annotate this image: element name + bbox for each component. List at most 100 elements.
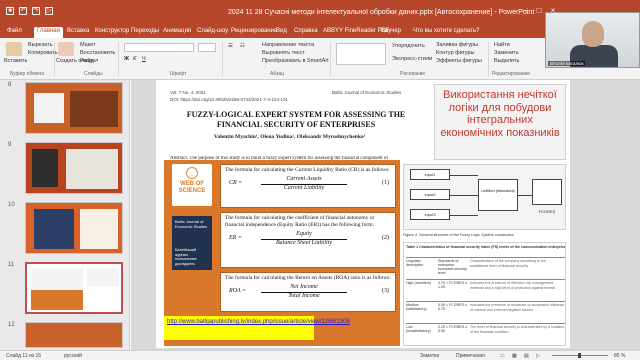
quick-styles-button[interactable]: Экспресс-стили [392,56,432,62]
diagram-output-box [532,179,562,205]
comments-button[interactable]: Примечания [456,353,485,359]
formula-lhs: ER = [229,235,242,241]
presenter-name: Віталій Вагалюк [548,61,586,66]
text-direction-button[interactable]: Направление текста [262,42,314,48]
group-drawing-label: Рисование [400,71,426,77]
normal-view-icon[interactable]: ▭ [500,353,505,359]
underline-button[interactable]: Ч [142,56,146,62]
formula-lhs: CR = [229,180,243,186]
group-clipboard-label: Буфер обмена [10,71,44,77]
save-icon[interactable]: ■ [6,7,14,15]
group-editing-label: Редактирование [492,71,531,77]
shape-fill-button[interactable]: Заливка фигуры [436,42,478,48]
tab-insert[interactable]: Вставка [64,27,92,38]
formula-equation: ROA = Net Income Total Income (3) [225,284,391,300]
tab-file[interactable]: Файл [4,27,25,38]
diagram-output-label: FCGRES [538,209,556,214]
formula-numerator: Equity [296,231,312,237]
window-title: 2024 11 28 Сучасні методи інтелектуально… [228,9,535,16]
maximize-icon[interactable]: □ [534,6,544,16]
zoom-level[interactable]: 85 % [614,353,625,359]
paste-icon[interactable] [6,42,22,56]
bullets-button[interactable]: ☰ [228,43,233,49]
diagram-connector [518,195,532,196]
thumbnail-text-block [80,209,118,249]
table-cell: 0.25 < FCGRES ≤ 0.50 [438,325,468,333]
smartart-button[interactable]: Преобразовать в SmartArt [262,58,329,64]
reset-button[interactable]: Восстановить [80,50,115,56]
globe-icon [186,167,198,179]
diagram-input-3: Input3 [410,209,450,220]
status-bar: Слайд 11 из 16 русский Заметки Примечани… [0,350,640,360]
tab-design[interactable]: Конструктор [92,27,132,38]
replace-button[interactable]: Заменить [494,50,519,56]
slideshow-icon[interactable]: ▷ [45,7,53,15]
thumbnail-number: 11 [8,262,15,268]
ribbon-divider [330,42,331,76]
table-cell: 0.75 < FCGRES ≤ 1.00 [438,281,468,289]
shapes-gallery[interactable] [336,43,386,65]
formula-equation: CR = Current Assets Current Liability (1… [225,176,391,192]
fuzzy-system-diagram: Input1 Input2 Input3 Untitled (Mamdani) … [403,164,566,230]
find-button[interactable]: Найти [494,42,510,48]
tab-slideshow[interactable]: Слайд-шоу [194,27,231,38]
paste-button[interactable]: Вставить [4,58,27,64]
reading-view-icon[interactable]: ▤ [524,353,529,359]
redo-icon[interactable]: ↷ [32,7,40,15]
new-slide-icon[interactable] [58,42,74,56]
tab-help[interactable]: Справка [291,27,321,38]
paper-title: FUZZY-LOGICAL EXPERT SYSTEM FOR ASSESSIN… [186,110,406,129]
diagram-connector [450,215,478,216]
table-cell: Indicates the presence of effective risk… [470,281,556,290]
slideshow-view-icon[interactable]: ▷ [536,353,540,359]
font-size-select[interactable] [198,43,216,52]
thumbnail-heading [87,268,119,286]
current-slide[interactable]: Vol. 7 No. 4, 2021 DOI: https://doi.org/… [156,80,570,348]
align-text-button[interactable]: Выровнять текст [262,50,305,56]
layout-button[interactable]: Макет [80,42,96,48]
undo-icon[interactable]: ↶ [19,7,27,15]
cut-button[interactable]: Вырезать [28,42,52,48]
shape-outline-button[interactable]: Контур фигуры [436,50,474,56]
paper-volume: Vol. 7 No. 4, 2021 [170,90,206,95]
ribbon-divider [54,42,55,76]
thumbnail-number: 9 [8,142,12,148]
bold-button[interactable]: Ж [124,56,129,62]
slide-heading-box[interactable]: Використання нечіткої логіки для побудов… [434,84,566,160]
tab-voucher[interactable]: Ваучер [378,27,404,38]
diagram-input-1: Input1 [410,169,450,180]
ribbon: Вставить Вырезать Копировать Буфер обмен… [0,38,640,80]
section-button[interactable]: Раздел [80,58,98,64]
slide-thumbnail-12[interactable] [25,322,123,348]
formula-equation: ER = Equity Balance Sheet Liability (2) [225,231,391,247]
tell-me-search[interactable]: Что вы хотите сделать? [410,27,482,38]
tab-home[interactable]: Главная [34,27,63,38]
formula-denominator: Balance Sheet Liability [276,240,332,246]
formula-lhs: ROA = [229,288,247,294]
slide-thumbnail-10[interactable] [25,202,123,254]
zoom-slider-thumb[interactable] [578,353,581,358]
tab-animations[interactable]: Анимация [160,27,194,38]
notes-button[interactable]: Заметки [420,353,439,359]
table-cell: Indicates the presence of moderate or ac… [470,303,565,312]
tab-transitions[interactable]: Переходы [128,27,162,38]
language-indicator[interactable]: русский [64,353,82,359]
webcam-overlay: Віталій Вагалюк [545,12,640,68]
select-button[interactable]: Выделить [494,58,519,64]
minimize-icon[interactable]: – [520,6,530,16]
font-name-select[interactable] [124,43,194,52]
italic-button[interactable]: К [133,56,136,62]
paper-journal-header: Baltic Journal of Economic Studies [332,90,402,95]
formula-box-er: The formula for calculating the coeffici… [220,212,396,268]
article-link[interactable]: http://www.baltijapublishing.lv/index.ph… [164,316,350,340]
shape-effects-button[interactable]: Эффекты фигуры [436,58,482,64]
group-font-label: Шрифт [170,71,187,77]
slide-thumbnail-9[interactable] [25,142,123,194]
numbering-button[interactable]: ☷ [240,43,245,49]
slide-thumbnail-8[interactable] [25,82,123,134]
presenter-head [582,21,604,47]
tab-view[interactable]: Вид [273,27,290,38]
slide-thumbnail-11-selected[interactable] [25,262,123,314]
slide-sorter-icon[interactable]: ▦ [512,353,517,359]
arrange-button[interactable]: Упорядочить [392,43,425,49]
